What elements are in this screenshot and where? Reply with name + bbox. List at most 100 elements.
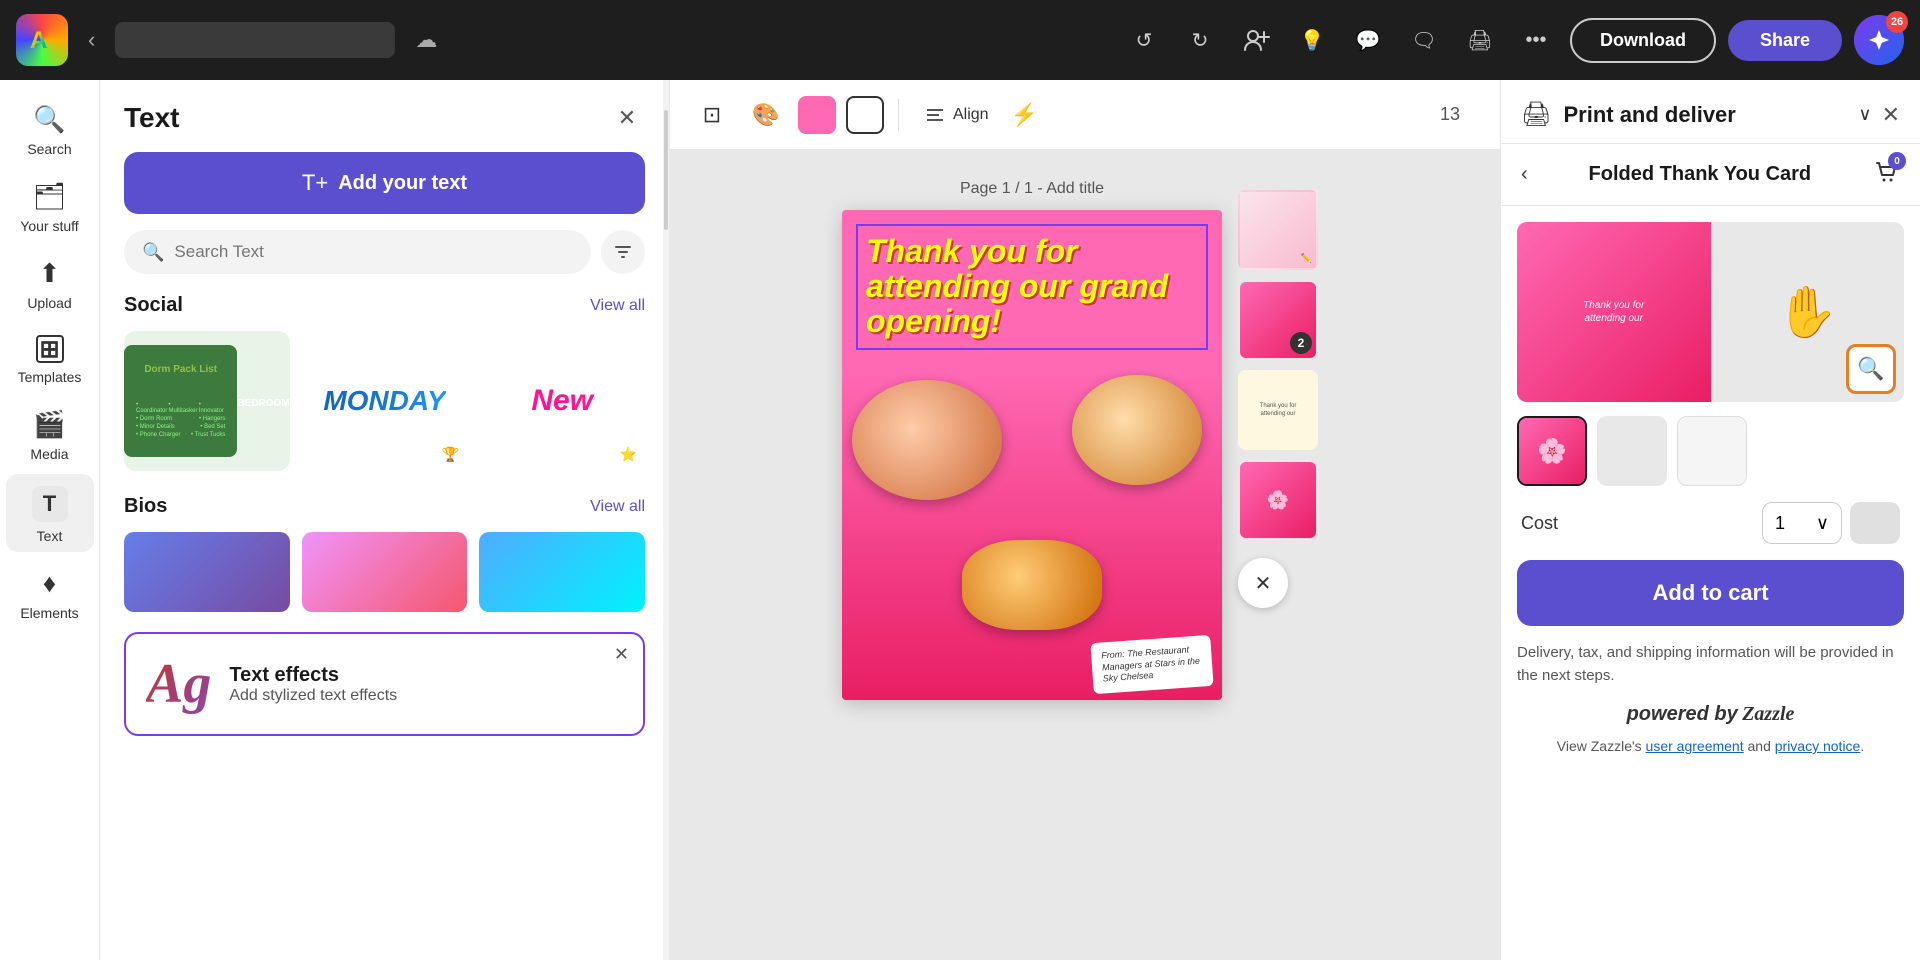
- canvas-text-element[interactable]: Thank you for attending our grand openin…: [856, 224, 1208, 350]
- price-disabled: [1850, 502, 1900, 544]
- variant-row: 🌸: [1517, 416, 1904, 486]
- dorm-card-inner: Dorm Pack List • Coordinator• Multitaske…: [124, 345, 237, 457]
- select-tool-button[interactable]: ⊡: [690, 93, 734, 137]
- text-card-new[interactable]: New ⭐: [479, 331, 645, 471]
- search-row: 🔍: [124, 230, 645, 274]
- sidebar-item-upload[interactable]: ⬆ Upload: [6, 246, 94, 319]
- bios-preview: [124, 532, 645, 612]
- sidebar-item-media[interactable]: 🎬 Media: [6, 397, 94, 470]
- chat-button[interactable]: 🗨: [1402, 18, 1446, 62]
- bios-card-3[interactable]: [479, 532, 645, 612]
- quantity-selector[interactable]: 1 ∨: [1762, 502, 1842, 544]
- folder-icon: 🗂: [33, 181, 66, 212]
- social-view-all[interactable]: View all: [590, 297, 645, 315]
- privacy-notice-link[interactable]: privacy notice: [1775, 738, 1861, 754]
- thumbnail-1[interactable]: ✏️: [1238, 190, 1318, 270]
- print-deliver-icon: 🖨: [1521, 100, 1551, 129]
- variant-2[interactable]: [1597, 416, 1667, 486]
- qty-value: 1: [1775, 513, 1785, 534]
- and-text: and: [1748, 738, 1771, 754]
- text-effects-close-button[interactable]: ✕: [614, 644, 629, 665]
- add-text-button[interactable]: T+ Add your text: [124, 152, 645, 214]
- food-bowl-1: [852, 380, 1002, 500]
- sidebar-item-templates[interactable]: ⊞ Templates: [6, 323, 94, 393]
- canvas-area: ⊡ 🎨 Align ⚡ 13 Page 1 / 1 - Add title: [670, 80, 1500, 960]
- sidebar-item-text[interactable]: T Text: [6, 474, 94, 552]
- page-canvas[interactable]: Thank you for attending our grand openin…: [842, 210, 1222, 700]
- cost-row: Cost 1 ∨: [1517, 502, 1904, 544]
- text-effects-banner[interactable]: ✕ Ag Text effects Add stylized text effe…: [124, 632, 645, 736]
- zazzle-powered-by: powered by Zazzle: [1517, 703, 1904, 726]
- align-button[interactable]: Align: [913, 99, 1001, 131]
- user-agreement-link[interactable]: user agreement: [1646, 738, 1744, 754]
- upload-icon: ⬆: [39, 258, 61, 289]
- thumbnail-4[interactable]: 🌸: [1238, 460, 1318, 540]
- cart-count-badge: 0: [1888, 152, 1906, 170]
- canvas-toolbar: ⊡ 🎨 Align ⚡ 13: [670, 80, 1500, 150]
- thumbnail-2[interactable]: 2: [1238, 280, 1318, 360]
- canvas-note-text: From: The Restaurant Managers at Stars i…: [1090, 635, 1213, 694]
- social-cards-row: Dorm Pack List • Coordinator• Multitaske…: [124, 331, 645, 471]
- print-back-button[interactable]: ‹: [1521, 163, 1528, 186]
- page-2-badge: 2: [1290, 332, 1312, 354]
- print-panel-close-button[interactable]: ✕: [1882, 102, 1900, 128]
- translate-button[interactable]: ⚡: [1011, 102, 1038, 128]
- text-effects-icon: Ag: [146, 652, 211, 716]
- panel-close-button[interactable]: ✕: [609, 100, 645, 136]
- variant-1[interactable]: 🌸: [1517, 416, 1587, 486]
- bios-view-all[interactable]: View all: [590, 498, 645, 516]
- add-to-cart-button[interactable]: Add to cart: [1517, 560, 1904, 626]
- sidebar-item-search[interactable]: 🔍 Search: [6, 92, 94, 165]
- panel-header: Text ✕: [100, 80, 669, 152]
- scrollbar-thumb[interactable]: [664, 110, 668, 230]
- title-bar[interactable]: [115, 22, 395, 58]
- add-collaborator-button[interactable]: [1234, 18, 1278, 62]
- bulb-icon[interactable]: 💡: [1290, 18, 1334, 62]
- text-effects-title: Text effects: [229, 664, 397, 687]
- page-label[interactable]: Page 1 / 1 - Add title: [960, 180, 1104, 198]
- download-button[interactable]: Download: [1570, 18, 1716, 63]
- sidebar-item-elements[interactable]: ♦ Elements: [6, 556, 94, 629]
- food-bowl-2: [1072, 375, 1202, 485]
- canva-logo[interactable]: A: [16, 14, 68, 66]
- sidebar-item-your-stuff[interactable]: 🗂 Your stuff: [6, 169, 94, 242]
- toolbar-separator-1: [898, 99, 899, 131]
- redo-button[interactable]: ↻: [1178, 18, 1222, 62]
- zazzle-brand: Zazzle: [1742, 703, 1794, 725]
- undo-button[interactable]: ↺: [1122, 18, 1166, 62]
- fill-color-button[interactable]: [798, 96, 836, 134]
- back-button[interactable]: ‹: [80, 19, 103, 61]
- sidebar-label-elements: Elements: [20, 605, 78, 621]
- variant-3[interactable]: [1677, 416, 1747, 486]
- thumbnail-3[interactable]: Thank you for attending our: [1238, 370, 1318, 450]
- product-preview: Thank you forattending our ✋ 🔍: [1517, 222, 1904, 402]
- page-container: Page 1 / 1 - Add title Thank you for att…: [842, 180, 1222, 700]
- search-icon-text: 🔍: [142, 242, 164, 263]
- elements-icon: ♦: [43, 568, 56, 599]
- close-overlay-button[interactable]: ✕: [1238, 558, 1288, 608]
- panel-scrollbar: [663, 80, 669, 960]
- avatar[interactable]: 26: [1854, 15, 1904, 65]
- stroke-color-button[interactable]: [846, 96, 884, 134]
- canvas-thank-you-text: Thank you for attending our grand openin…: [866, 234, 1198, 340]
- print-collapse-button[interactable]: ∨: [1858, 104, 1871, 125]
- cart-icon-button[interactable]: 0: [1872, 158, 1900, 191]
- more-options-button[interactable]: •••: [1514, 18, 1558, 62]
- share-button[interactable]: Share: [1728, 20, 1842, 61]
- print-header: 🖨 Print and deliver ∨ ✕: [1501, 80, 1920, 144]
- comment-button[interactable]: 💬: [1346, 18, 1390, 62]
- filter-button[interactable]: [601, 230, 645, 274]
- print-button[interactable]: 🖨: [1458, 18, 1502, 62]
- bios-card-2[interactable]: [302, 532, 468, 612]
- color-wheel-button[interactable]: 🎨: [744, 93, 788, 137]
- search-text-input[interactable]: [174, 242, 573, 262]
- sidebar-label-templates: Templates: [18, 369, 82, 385]
- food-chicken: [962, 540, 1102, 630]
- cloud-save-icon[interactable]: ☁: [415, 27, 437, 53]
- zoom-button[interactable]: 🔍: [1846, 344, 1896, 394]
- text-card-monday[interactable]: MONDAY 🏆: [302, 331, 468, 471]
- search-box[interactable]: 🔍: [124, 230, 591, 274]
- bios-card-1[interactable]: [124, 532, 290, 612]
- text-card-dorm[interactable]: Dorm Pack List • Coordinator• Multitaske…: [124, 331, 290, 471]
- canvas-content: Page 1 / 1 - Add title Thank you for att…: [670, 150, 1500, 960]
